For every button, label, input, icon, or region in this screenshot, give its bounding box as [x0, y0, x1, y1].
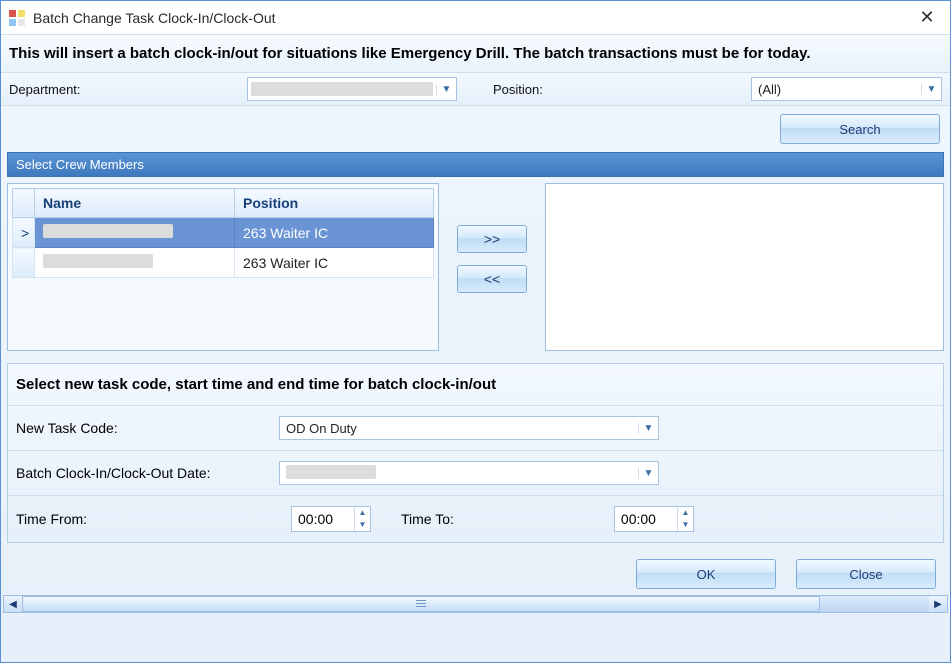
task-section-title: Select new task code, start time and end… [8, 364, 943, 406]
department-label: Department: [9, 82, 239, 97]
batch-date-label: Batch Clock-In/Clock-Out Date: [16, 465, 271, 481]
cell-name [35, 218, 235, 248]
spinner-buttons[interactable]: ▲▼ [354, 507, 370, 531]
dropdown-arrow-icon: ▼ [638, 468, 658, 479]
dual-list: Name Position > 263 Waiter IC 263 Waiter… [7, 183, 944, 351]
ok-button-label: OK [697, 567, 716, 582]
col-position[interactable]: Position [235, 189, 434, 218]
cell-position: 263 Waiter IC [235, 218, 434, 248]
batch-date-combo[interactable]: ▼ [279, 461, 659, 485]
position-label: Position: [493, 82, 743, 97]
new-task-code-combo[interactable]: OD On Duty ▼ [279, 416, 659, 440]
time-from-value: 00:00 [292, 511, 354, 527]
remove-button-label: << [484, 271, 500, 287]
app-icon [9, 10, 25, 26]
department-combo[interactable]: ▼ [247, 77, 457, 101]
shuttle-buttons: >> << [447, 183, 537, 351]
new-task-code-value: OD On Duty [280, 421, 638, 436]
dropdown-arrow-icon: ▼ [921, 84, 941, 95]
scroll-track[interactable] [22, 596, 929, 612]
spin-down-icon[interactable]: ▼ [678, 519, 693, 531]
horizontal-scrollbar[interactable]: ◀ ▶ [3, 595, 948, 613]
grid-header-row: Name Position [13, 189, 434, 218]
selected-crew-list[interactable] [545, 183, 944, 351]
cell-position: 263 Waiter IC [235, 248, 434, 278]
info-banner: This will insert a batch clock-in/out fo… [1, 35, 950, 73]
cell-name [35, 248, 235, 278]
time-to-value: 00:00 [615, 511, 677, 527]
batch-date-row: Batch Clock-In/Clock-Out Date: ▼ [8, 451, 943, 496]
scroll-thumb[interactable] [22, 596, 820, 612]
crew-section-header: Select Crew Members [7, 152, 944, 177]
search-button-label: Search [839, 122, 880, 137]
filter-row: Department: ▼ Position: (All) ▼ [1, 73, 950, 106]
ok-button[interactable]: OK [636, 559, 776, 589]
scroll-left-icon[interactable]: ◀ [4, 596, 22, 612]
table-row[interactable]: 263 Waiter IC [13, 248, 434, 278]
close-icon[interactable]: ✕ [912, 7, 942, 28]
time-to-spinner[interactable]: 00:00 ▲▼ [614, 506, 694, 532]
scroll-grip-icon [416, 600, 426, 608]
available-crew-grid-box: Name Position > 263 Waiter IC 263 Waiter… [7, 183, 439, 351]
new-task-code-label: New Task Code: [16, 420, 271, 436]
row-indicator [13, 248, 35, 278]
search-button[interactable]: Search [780, 114, 940, 144]
spin-up-icon[interactable]: ▲ [678, 507, 693, 519]
task-section: Select new task code, start time and end… [7, 363, 944, 543]
table-row[interactable]: > 263 Waiter IC [13, 218, 434, 248]
close-button[interactable]: Close [796, 559, 936, 589]
dropdown-arrow-icon: ▼ [638, 423, 658, 434]
available-crew-grid[interactable]: Name Position > 263 Waiter IC 263 Waiter… [12, 188, 434, 278]
scroll-right-icon[interactable]: ▶ [929, 596, 947, 612]
position-value: (All) [752, 82, 921, 97]
time-from-spinner[interactable]: 00:00 ▲▼ [291, 506, 371, 532]
dropdown-arrow-icon: ▼ [436, 84, 456, 95]
search-row: Search [1, 106, 950, 152]
batch-change-task-window: Batch Change Task Clock-In/Clock-Out ✕ T… [0, 0, 951, 663]
add-button-label: >> [484, 231, 500, 247]
department-value [251, 82, 433, 96]
position-combo[interactable]: (All) ▼ [751, 77, 942, 101]
close-button-label: Close [849, 567, 882, 582]
add-to-selection-button[interactable]: >> [457, 225, 527, 253]
row-indicator-header [13, 189, 35, 218]
titlebar: Batch Change Task Clock-In/Clock-Out ✕ [1, 1, 950, 35]
spin-down-icon[interactable]: ▼ [355, 519, 370, 531]
spin-up-icon[interactable]: ▲ [355, 507, 370, 519]
new-task-code-row: New Task Code: OD On Duty ▼ [8, 406, 943, 451]
spinner-buttons[interactable]: ▲▼ [677, 507, 693, 531]
dialog-button-row: OK Close [1, 549, 950, 595]
time-to-label: Time To: [391, 511, 594, 527]
window-title: Batch Change Task Clock-In/Clock-Out [33, 10, 912, 26]
remove-from-selection-button[interactable]: << [457, 265, 527, 293]
row-indicator: > [13, 218, 35, 248]
batch-date-value [280, 465, 638, 482]
time-from-label: Time From: [16, 511, 271, 527]
col-name[interactable]: Name [35, 189, 235, 218]
time-row: Time From: 00:00 ▲▼ Time To: 00:00 ▲▼ [8, 496, 943, 542]
